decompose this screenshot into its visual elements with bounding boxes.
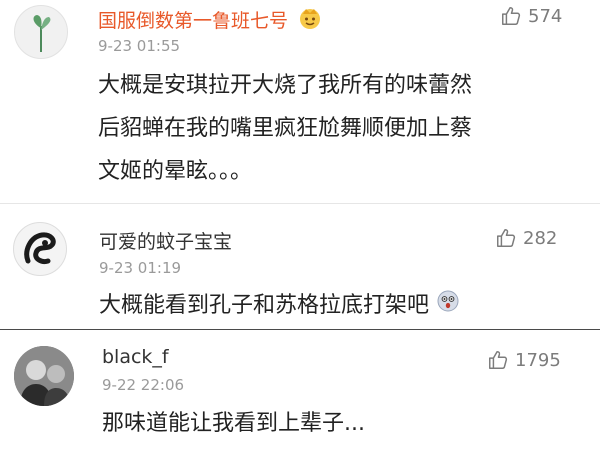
thumbs-up-icon: [497, 229, 516, 247]
comment-line: 大概是安琪拉开大烧了我所有的味蕾然: [98, 73, 473, 98]
comment-line: 大概能看到孔子和苏格拉底打架吧: [99, 293, 430, 318]
like-button[interactable]: 1795: [487, 349, 561, 371]
ink-wash-avatar-icon: [24, 232, 56, 264]
comment-line: 那味道能让我看到上辈子...: [102, 411, 365, 436]
like-button[interactable]: 574: [500, 5, 562, 27]
avatar[interactable]: [14, 5, 68, 59]
comment-item: 国服倒数第一鲁班七号 9-23 01:55 574 大概是安琪拉开大烧了我所有的…: [0, 0, 600, 208]
comment-text: 那味道能让我看到上辈子...: [102, 402, 365, 445]
thumbs-up-icon: [489, 351, 508, 369]
comment-line: 文姬的晕眩。。。: [98, 159, 253, 184]
like-count: 1795: [515, 349, 561, 371]
comment-text: 大概是安琪拉开大烧了我所有的味蕾然 后貂蝉在我的嘴里疯狂尬舞顺便加上蔡 文姬的晕…: [98, 64, 472, 193]
like-button[interactable]: 282: [495, 227, 557, 249]
comment-text: 大概能看到孔子和苏格拉底打架吧: [99, 284, 460, 328]
username[interactable]: 国服倒数第一鲁班七号: [98, 6, 288, 33]
avatar[interactable]: [13, 222, 67, 276]
avatar[interactable]: [14, 346, 74, 406]
shocked-emoji-icon: [436, 285, 460, 328]
comment-item: black_f 9-22 22:06 1795 那味道能让我看到上辈子...: [0, 330, 600, 455]
photo-avatar-icon: [14, 346, 74, 406]
username[interactable]: 可爱的蚊子宝宝: [99, 227, 232, 254]
comment-item: 可爱的蚊子宝宝 9-23 01:19 282 大概能看到孔子和苏格拉底打架吧: [0, 204, 600, 329]
crown-emoji-icon: [298, 6, 322, 34]
like-count: 574: [528, 5, 563, 27]
plant-sprout-icon: [33, 15, 51, 52]
thumbs-up-icon: [502, 7, 521, 25]
like-count: 282: [523, 227, 558, 249]
comment-line: 后貂蝉在我的嘴里疯狂尬舞顺便加上蔡: [98, 116, 473, 141]
username[interactable]: black_f: [102, 346, 169, 368]
comment-time: 9-22 22:06: [102, 376, 185, 394]
comment-time: 9-23 01:19: [99, 259, 182, 277]
comment-time: 9-23 01:55: [98, 37, 181, 55]
